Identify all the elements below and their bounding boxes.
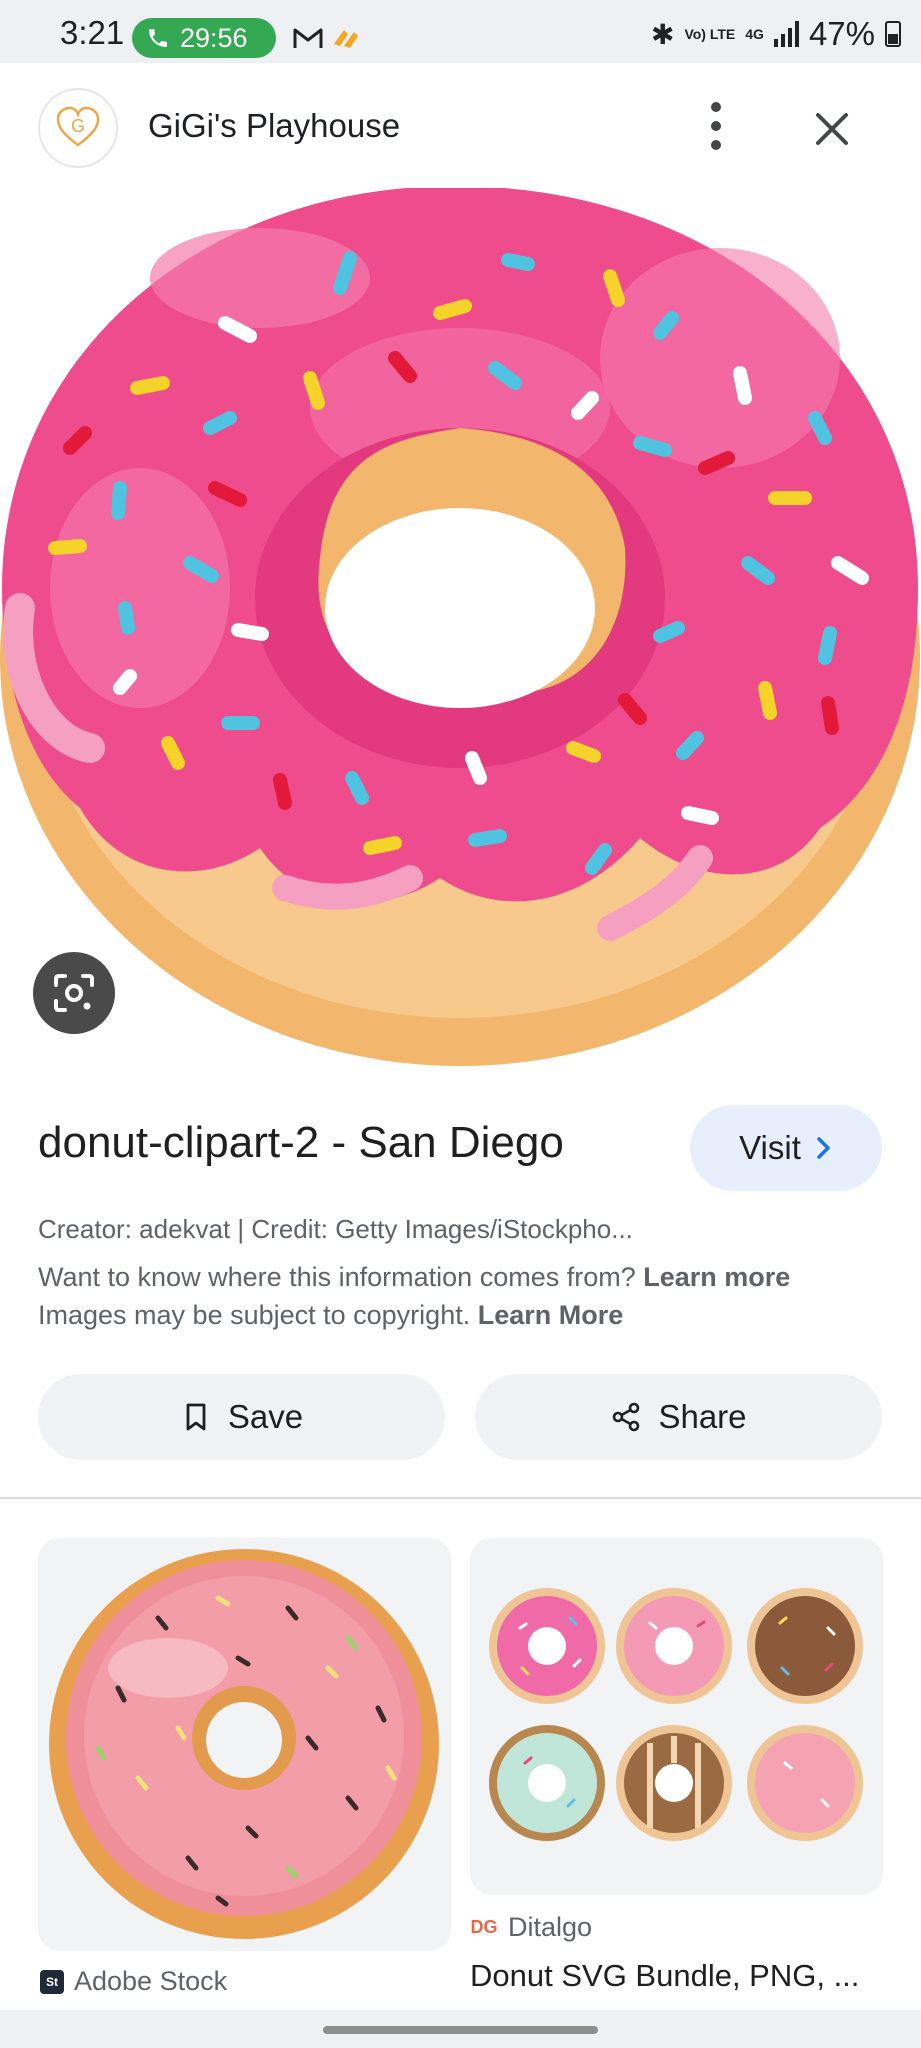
save-label: Save <box>227 1398 304 1435</box>
google-lens-icon <box>54 974 94 1012</box>
image-credit: Creator: adekvat | Credit: Getty Images/… <box>38 1214 633 1244</box>
visit-label: Visit <box>739 1129 801 1166</box>
main-image[interactable] <box>0 185 921 1068</box>
site-name[interactable]: GiGi's Playhouse <box>148 107 400 145</box>
gmail-icon <box>293 28 323 48</box>
home-gesture-handle[interactable] <box>323 2026 598 2034</box>
donut-illustration <box>0 185 920 1066</box>
call-indicator[interactable]: 29:56 <box>132 18 276 58</box>
share-button[interactable]: Share <box>475 1374 882 1460</box>
more-options-button[interactable] <box>690 91 742 161</box>
related-source-2[interactable]: DG Ditalgo <box>470 1912 593 1943</box>
battery-percent: 47% <box>808 15 875 52</box>
bookmark-icon <box>186 1403 206 1431</box>
learn-more-link[interactable]: Learn more <box>643 1262 790 1292</box>
volte-indicator: Vo) LTE <box>684 26 736 42</box>
related-title-2[interactable]: Donut SVG Bundle, PNG, ... <box>470 1958 859 1994</box>
copyright-line: Images may be subject to copyright. Lear… <box>38 1300 623 1331</box>
logo-letter: G <box>71 116 85 136</box>
donut-bundle-illustration <box>489 1588 863 1841</box>
save-button[interactable]: Save <box>38 1374 445 1460</box>
section-divider <box>0 1497 921 1499</box>
phone-icon <box>149 29 167 47</box>
site-logo[interactable]: G <box>38 88 118 168</box>
adobe-stock-icon: St <box>40 1969 64 1994</box>
status-bar: 3:21 29:56 ✱ Vo) LTE 4G 47% <box>0 0 921 63</box>
visit-button[interactable]: Visit <box>690 1105 882 1191</box>
battery-icon <box>885 21 901 47</box>
ditalgo-icon: DG <box>470 1917 498 1937</box>
notification-app-icon <box>334 30 358 48</box>
viewer-header: G GiGi's Playhouse <box>0 63 921 188</box>
status-time: 3:21 <box>60 14 125 51</box>
related-image-1[interactable] <box>38 1538 451 1951</box>
bluetooth-icon: ✱ <box>650 18 675 50</box>
signal-icon <box>773 21 799 47</box>
close-icon[interactable] <box>806 103 858 155</box>
related-donut-illustration <box>49 1549 439 1939</box>
copyright-learn-more-link[interactable]: Learn More <box>478 1300 624 1330</box>
call-timer: 29:56 <box>180 22 248 53</box>
related-image-2[interactable] <box>470 1538 883 1895</box>
system-nav-bar <box>0 2010 921 2048</box>
info-text: Want to know where this information come… <box>38 1262 636 1292</box>
heart-logo-icon: G <box>56 106 100 147</box>
related-source-1[interactable]: St Adobe Stock <box>40 1966 227 1997</box>
image-title: donut-clipart-2 - San Diego <box>38 1118 564 1167</box>
lens-search-button[interactable] <box>33 952 115 1034</box>
share-label: Share <box>658 1398 747 1435</box>
network-type-indicator: 4G <box>745 26 764 42</box>
chevron-right-icon <box>817 1137 830 1159</box>
info-source-line: Want to know where this information come… <box>38 1262 790 1293</box>
copyright-text: Images may be subject to copyright. <box>38 1300 471 1330</box>
source-name: Ditalgo <box>508 1912 593 1942</box>
share-icon <box>613 1402 640 1432</box>
source-name: Adobe Stock <box>74 1966 228 1996</box>
